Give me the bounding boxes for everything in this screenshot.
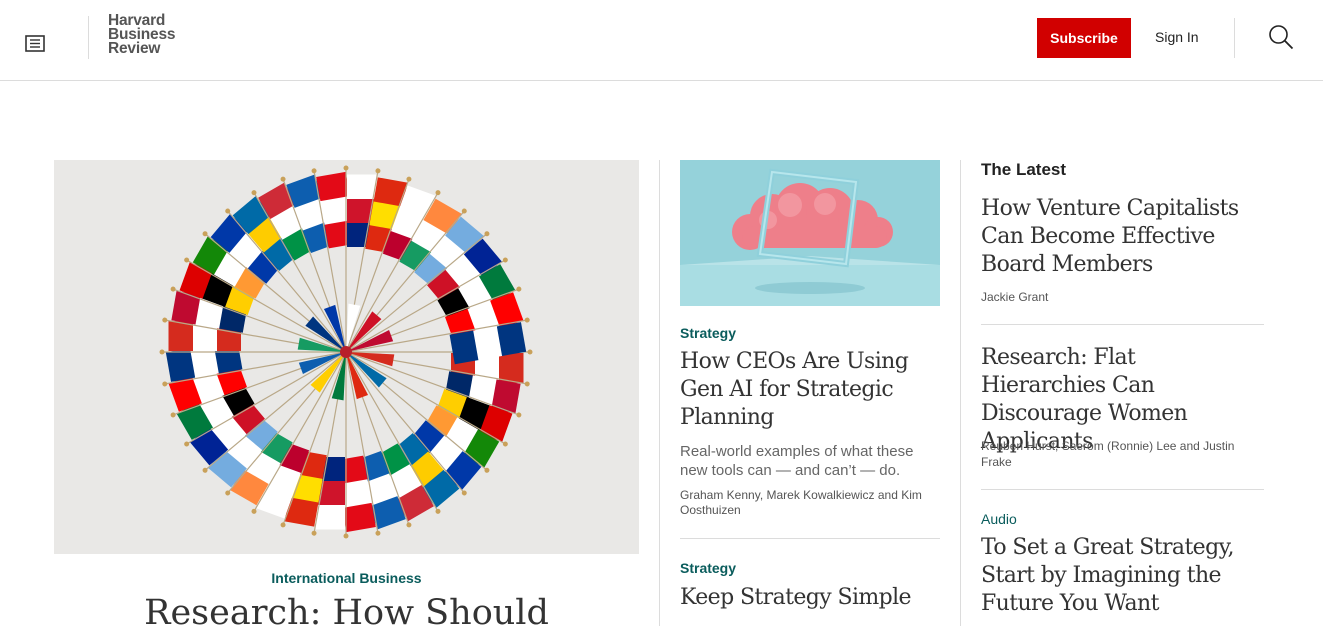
- latest-item-topic-link[interactable]: Audio: [981, 511, 1017, 527]
- latest-item-headline[interactable]: How Venture Capitalists Can Become Effec…: [981, 195, 1266, 279]
- article-topic-link[interactable]: Strategy: [680, 325, 736, 341]
- menu-icon[interactable]: [24, 33, 46, 53]
- header-divider: [88, 16, 89, 59]
- article-authors: Graham Kenny, Marek Kowalkiewicz and Kim…: [680, 488, 922, 517]
- article-description: Real-world examples of what these new to…: [680, 443, 914, 479]
- hero-image-flags[interactable]: [54, 160, 639, 554]
- header-divider: [1234, 18, 1235, 58]
- article-image-cloud[interactable]: [680, 160, 940, 306]
- article-headline[interactable]: How CEOs Are Using Gen AI for Strategic …: [680, 348, 940, 432]
- site-header: Harvard Business Review Subscribe Sign I…: [0, 0, 1323, 81]
- article-headline[interactable]: Keep Strategy Simple: [680, 584, 940, 612]
- latest-item-authors: Jackie Grant: [981, 290, 1049, 304]
- latest-section-heading: The Latest: [981, 160, 1067, 179]
- article-topic-link[interactable]: Strategy: [680, 560, 736, 576]
- latest-item-headline[interactable]: To Set a Great Strategy, Start by Imagin…: [981, 534, 1266, 618]
- subscribe-button[interactable]: Subscribe: [1037, 18, 1131, 58]
- hero-topic-link[interactable]: International Business: [54, 570, 639, 586]
- hbr-logo[interactable]: Harvard Business Review: [108, 13, 176, 57]
- article-divider: [680, 538, 940, 539]
- sign-in-link[interactable]: Sign In: [1155, 29, 1199, 45]
- latest-divider: [981, 489, 1264, 490]
- latest-divider: [981, 324, 1264, 325]
- logo-line-3: Review: [108, 40, 161, 57]
- hero-headline[interactable]: Research: How Should: [54, 592, 639, 626]
- column-divider: [659, 160, 660, 626]
- search-icon[interactable]: [1268, 24, 1294, 50]
- column-divider: [960, 160, 961, 626]
- latest-item-authors: Reuben Hurst, Saerom (Ronnie) Lee and Ju…: [981, 439, 1235, 469]
